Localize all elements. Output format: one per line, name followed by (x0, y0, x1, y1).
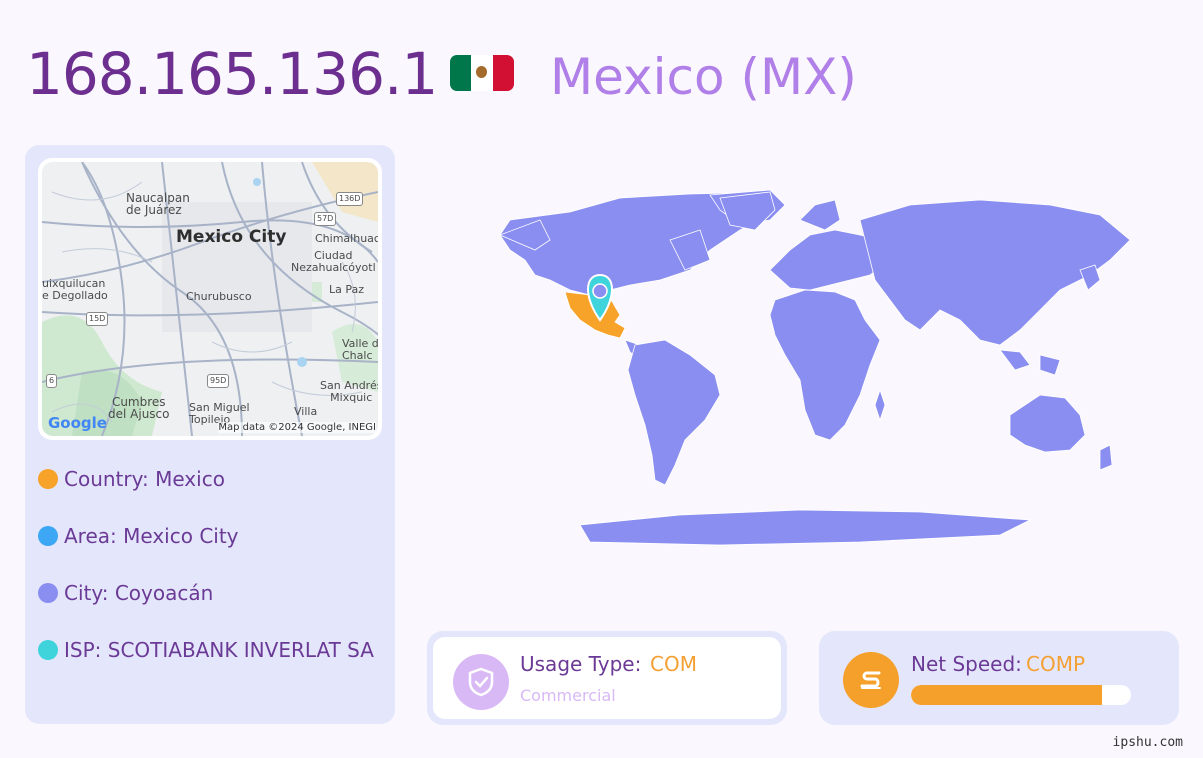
info-city-label: City: Coyoacán (64, 581, 214, 605)
country-title: Mexico (MX) (550, 48, 857, 106)
map-label-huixquilucan: uixquilucan e Degollado (42, 277, 108, 302)
map-attribution[interactable]: Map data ©2024 Google, INEGI (218, 422, 376, 433)
map-label-valle-chalco: Valle d Chalc (342, 337, 378, 362)
world-map (440, 180, 1160, 560)
net-speed-label: Net Speed: (911, 652, 1022, 676)
highway-shield-15d: 15D (86, 312, 109, 326)
world-map-graphic (498, 189, 1131, 546)
net-speed-bar (911, 685, 1131, 705)
info-country: Country: Mexico (38, 467, 374, 491)
highway-shield-95d: 95D (207, 374, 230, 388)
map-label-chimalhuacan: Chimalhuac (315, 232, 378, 245)
shield-check-icon (453, 654, 509, 710)
map-label-mexico-city: Mexico City (176, 227, 287, 247)
usage-type-value: COM (650, 652, 697, 676)
google-logo: Google (48, 414, 107, 432)
ip-address-title: 168.165.136.1 (26, 40, 438, 108)
map-label-churubusco: Churubusco (186, 290, 252, 303)
city-dot-icon (38, 583, 58, 603)
speed-s-icon (843, 652, 899, 708)
site-watermark: ipshu.com (1112, 735, 1183, 750)
highway-shield-136d: 136D (336, 192, 364, 206)
highway-shield-57d: 57D (314, 212, 337, 226)
map-frame[interactable]: Naucalpan de Juárez Mexico City Chimalhu… (38, 158, 382, 440)
net-speed-bar-fill (911, 685, 1103, 705)
usage-type-card: Usage Type: COM Commercial (427, 631, 787, 725)
isp-dot-icon (38, 640, 58, 660)
net-speed-value: COMP (1026, 652, 1086, 676)
usage-type-label: Usage Type: (520, 652, 642, 676)
country-dot-icon (38, 469, 58, 489)
highway-shield-6: 6 (46, 374, 58, 388)
info-area-label: Area: Mexico City (64, 524, 239, 548)
map-label-cumbres-ajusco: Cumbres del Ajusco (108, 395, 170, 421)
info-country-label: Country: Mexico (64, 467, 225, 491)
info-area: Area: Mexico City (38, 524, 374, 548)
mexico-flag-icon (450, 55, 514, 91)
info-list: Country: Mexico Area: Mexico City City: … (38, 467, 374, 695)
location-panel: Naucalpan de Juárez Mexico City Chimalhu… (25, 145, 395, 724)
info-isp: ISP: SCOTIABANK INVERLAT SA (38, 638, 374, 662)
map-label-la-paz: La Paz (329, 283, 365, 296)
map-label-nezahualcoyotl: Ciudad Nezahualcóyotl (291, 249, 376, 274)
map-label-villa: Villa (294, 405, 318, 418)
info-isp-label: ISP: SCOTIABANK INVERLAT SA (64, 638, 374, 662)
area-dot-icon (38, 526, 58, 546)
map-label-san-andres: San Andrés Mixquic (320, 379, 378, 404)
net-speed-card: Net Speed: COMP (819, 631, 1179, 725)
street-map[interactable]: Naucalpan de Juárez Mexico City Chimalhu… (42, 162, 378, 436)
usage-type-description: Commercial (520, 686, 616, 705)
map-label-naucalpan: Naucalpan de Juárez (126, 191, 190, 217)
info-city: City: Coyoacán (38, 581, 374, 605)
